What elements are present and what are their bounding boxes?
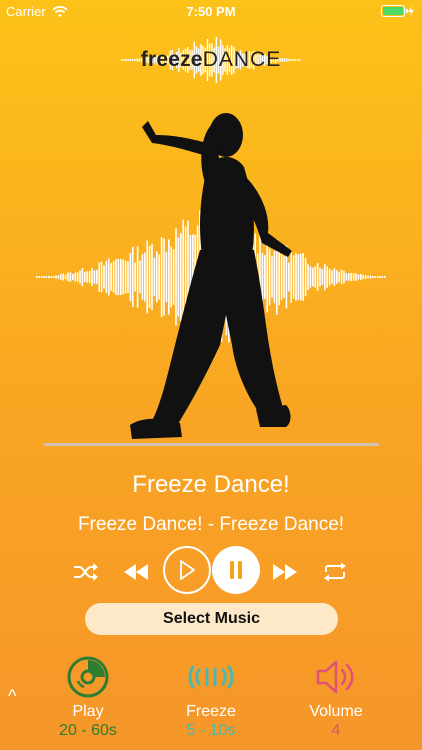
status-bar: Carrier 7:50 PM — [0, 0, 422, 22]
select-music-button[interactable]: Select Music — [85, 603, 338, 635]
volume-setting[interactable]: Volume 4 — [281, 655, 391, 745]
play-button[interactable] — [163, 546, 211, 594]
rewind-icon — [124, 564, 148, 580]
clock: 7:50 PM — [186, 4, 236, 19]
pause-icon — [230, 561, 242, 579]
repeat-icon — [324, 562, 346, 582]
speaker-icon — [316, 660, 354, 694]
battery-indicator — [381, 5, 414, 17]
battery-icon — [381, 5, 408, 17]
shuffle-button[interactable] — [71, 557, 101, 587]
freeze-label: Freeze — [186, 703, 236, 720]
play-icon — [180, 560, 195, 580]
rewind-button[interactable] — [121, 557, 151, 587]
charging-bolt-icon — [408, 6, 414, 16]
track-subtitle: Freeze Dance! - Freeze Dance! — [77, 514, 345, 535]
app-logo: freezeDANCE — [0, 48, 422, 72]
freeze-duration-setting[interactable]: Freeze 5 - 10s — [156, 655, 266, 745]
pause-button[interactable] — [212, 546, 260, 594]
play-label: Play — [72, 703, 104, 720]
dancer-waveform-art — [36, 113, 386, 439]
play-value: 20 - 60s — [59, 722, 117, 739]
volume-label: Volume — [309, 703, 363, 720]
disc-play-icon — [67, 656, 109, 698]
track-title: Freeze Dance! — [132, 471, 290, 498]
vibration-icon — [188, 665, 234, 689]
repeat-button[interactable] — [320, 557, 350, 587]
fast-forward-icon — [273, 564, 297, 580]
shuffle-icon — [74, 563, 98, 581]
play-duration-setting[interactable]: Play 20 - 60s — [33, 655, 143, 745]
logo-light-text: DANCE — [202, 48, 282, 71]
volume-value: 4 — [331, 722, 341, 739]
expand-caret-button[interactable]: ^ — [8, 686, 16, 707]
freeze-value: 5 - 10s — [186, 722, 236, 739]
playback-progress-bar[interactable] — [44, 443, 379, 446]
fast-forward-button[interactable] — [270, 557, 300, 587]
logo-bold-text: freeze — [140, 48, 203, 71]
